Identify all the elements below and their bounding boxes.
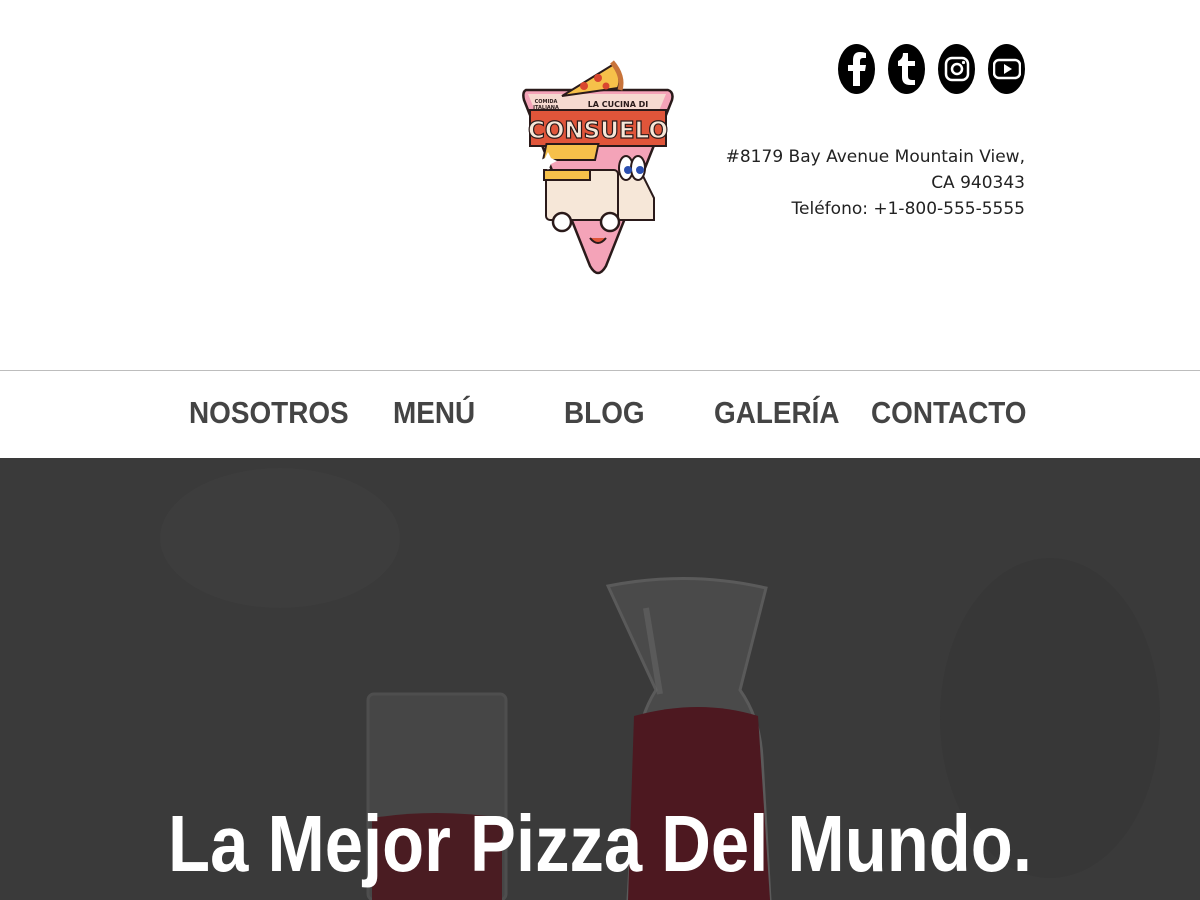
site-header: CONSUELO LA CUCINA DI COMIDA ITALIANA #8…	[0, 0, 1200, 370]
facebook-icon[interactable]	[838, 44, 875, 94]
svg-text:LA CUCINA DI: LA CUCINA DI	[588, 100, 649, 109]
nav-item-menu[interactable]: MENÚ	[393, 395, 475, 431]
social-links	[838, 44, 1025, 94]
address-line-1: #8179 Bay Avenue Mountain View,	[725, 147, 1025, 167]
site-logo[interactable]: CONSUELO LA CUCINA DI COMIDA ITALIANA	[518, 52, 678, 277]
hero-section: La Mejor Pizza Del Mundo.	[0, 458, 1200, 900]
instagram-icon[interactable]	[938, 44, 975, 94]
contact-address: #8179 Bay Avenue Mountain View, CA 94034…	[726, 144, 1025, 222]
nav-item-galeria[interactable]: GALERÍA	[714, 395, 840, 431]
nav-item-contacto[interactable]: CONTACTO	[871, 395, 1027, 431]
tumblr-icon[interactable]	[888, 44, 925, 94]
hero-title: La Mejor Pizza Del Mundo.	[168, 799, 1032, 888]
svg-text:CONSUELO: CONSUELO	[528, 118, 668, 144]
nav-item-blog[interactable]: BLOG	[564, 395, 645, 431]
phone-number[interactable]: Teléfono: +1-800-555-5555	[726, 196, 1025, 222]
svg-text:ITALIANA: ITALIANA	[533, 105, 559, 111]
main-nav: NOSOTROS MENÚ BLOG GALERÍA CONTACTO	[0, 370, 1200, 459]
youtube-icon[interactable]	[988, 44, 1025, 94]
address-line-2: CA 940343	[931, 173, 1025, 193]
nav-item-nosotros[interactable]: NOSOTROS	[189, 395, 349, 431]
